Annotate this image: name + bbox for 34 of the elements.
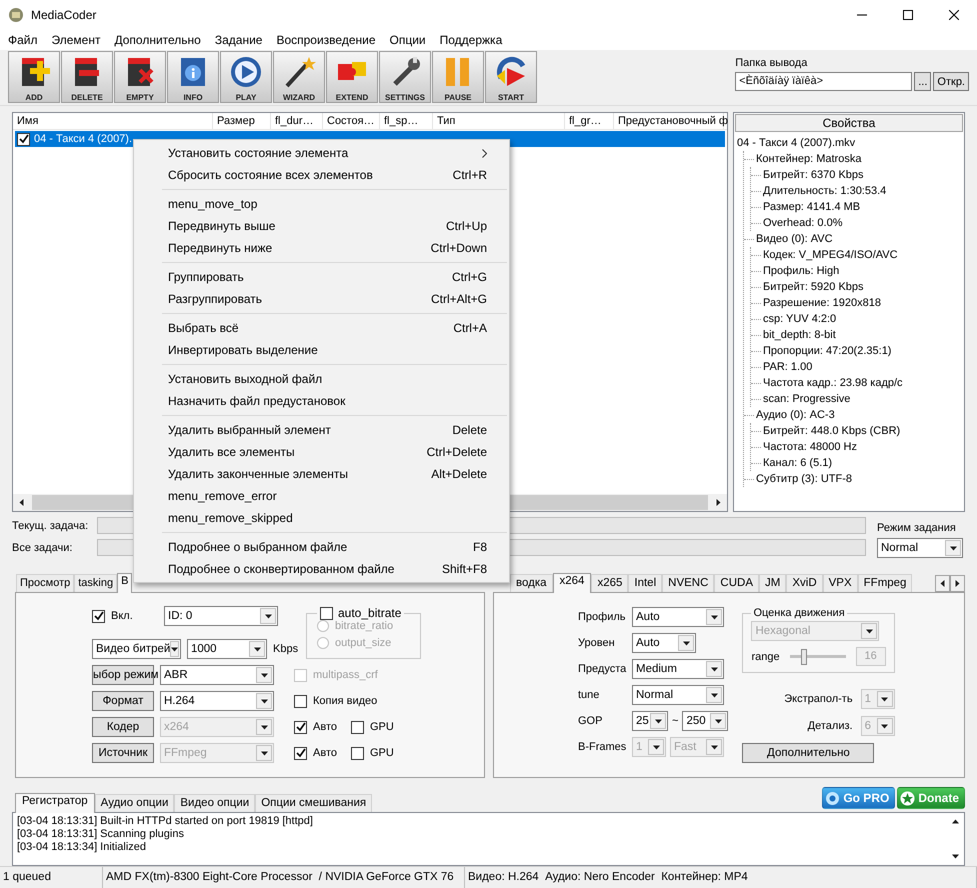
status-text: AMD FX(tm)-8300 Eight-Core Processor / NVIDIA GeForce GTX 76 [103,867,465,888]
group-title: Оценка движения [752,607,846,619]
field-label: Папка вывода [735,57,808,69]
range-separator: ~ [672,715,678,727]
field-label: GOP [578,715,604,727]
log-line: [03-04 18:13:31] Built-in HTTPd started on port 19819 [httpd] [17,815,314,828]
field-label: Детализ. [808,720,853,732]
field-label: B-Frames [578,741,628,753]
file-name: 04 - Такси 4 (2007). [34,133,132,145]
checkbox-label: auto_bitrate [338,606,402,620]
checkbox-label: Авто [313,747,337,759]
field-label: Режим задания [877,522,957,534]
field-label: Уровен [578,637,616,649]
checkbox-label: Авто [313,721,337,733]
field-label: Экстрапол-ть [784,693,853,705]
checkbox-label: GPU [370,747,394,759]
field-label: tune [578,689,600,701]
field-label: Предуста [578,663,628,675]
checkbox-label: GPU [370,721,394,733]
checkbox-label: Копия видео [313,695,378,707]
progress-label: Все задачи: [12,542,74,554]
checkbox-label: multipass_crf [313,669,378,681]
radio-label: bitrate_ratio [335,620,394,632]
status-text: 1 queued [0,867,103,888]
window-title: MediaCoder [31,8,96,22]
status-text: Видео: H.264 Аудио: Nero Encoder Контейнер: MP4 [465,867,977,888]
progress-label: Текущ. задача: [12,520,90,532]
log-line: [03-04 18:13:34] Initialized [17,841,148,854]
field-label: Профиль [578,611,626,623]
slider-label: range [751,650,780,662]
log-line: [03-04 18:13:31] Scanning plugins [17,828,185,841]
unit-label: Kbps [273,643,298,655]
radio-label: output_size [335,637,392,649]
checkbox-label: Вкл. [111,610,134,622]
